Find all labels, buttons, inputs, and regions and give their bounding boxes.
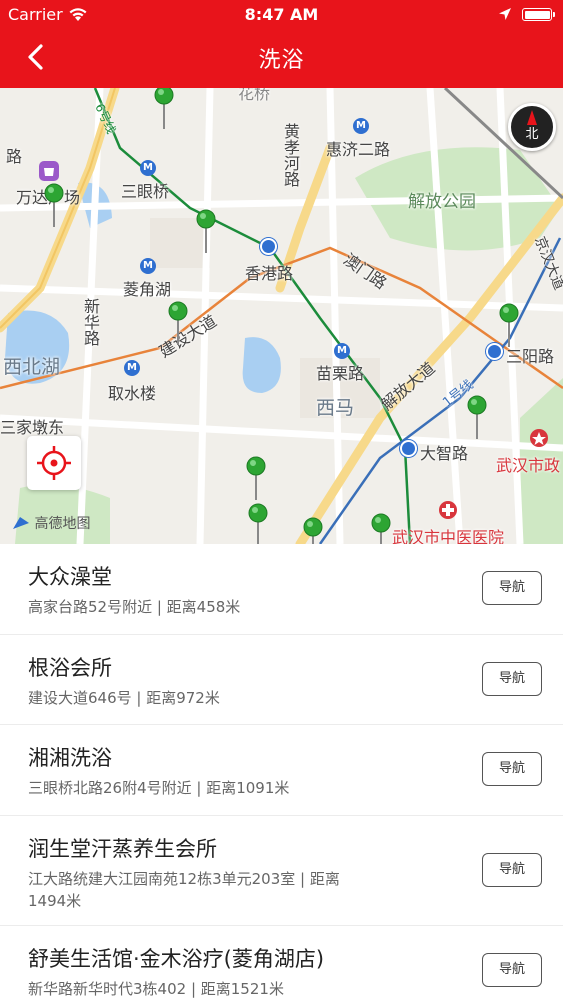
place-name: 根浴会所 xyxy=(28,656,112,680)
place-detail: 江大路统建大江园南苑12栋3单元203室 | 距离1494米 xyxy=(28,870,340,910)
map-pin-icon[interactable] xyxy=(245,456,267,500)
list-item[interactable]: 舒美生活馆·金木浴疗(菱角湖店) 新华路新华时代3栋402 | 距离1521米 … xyxy=(0,926,563,1000)
map-label-qushuilou: 取水楼 xyxy=(108,384,157,403)
place-name: 舒美生活馆·金木浴疗(菱角湖店) xyxy=(28,947,325,971)
map-label-dazhi: 大智路 xyxy=(420,444,469,463)
place-detail: 新华路新华时代3栋402 | 距离1521米 xyxy=(28,980,284,998)
compass-north-label: 北 xyxy=(525,127,538,142)
crosshair-icon xyxy=(37,446,71,480)
navigate-button[interactable]: 导航 xyxy=(482,953,542,987)
top-bar: Carrier 8:47 AM 洗浴 xyxy=(0,0,563,88)
metro-station-icon: M xyxy=(353,118,369,134)
navigate-button[interactable]: 导航 xyxy=(482,571,542,605)
locate-me-button[interactable] xyxy=(27,436,81,490)
list-item[interactable]: 润生堂汗蒸养生会所 江大路统建大江园南苑12栋3单元203室 | 距离1494米… xyxy=(0,816,563,926)
map-label-lingjiaohu: 菱角湖 xyxy=(123,280,172,299)
map-label-xima: 西马 xyxy=(316,397,355,419)
navigate-button[interactable]: 导航 xyxy=(482,752,542,786)
map-pin-icon[interactable] xyxy=(247,503,269,544)
place-detail: 建设大道646号 | 距离972米 xyxy=(28,689,220,707)
navigate-button[interactable]: 导航 xyxy=(482,662,542,696)
map-label-xibeihu: 西北湖 xyxy=(3,356,61,378)
map-view[interactable]: 花桥 三眼桥 惠济二路 解放公园 香港路 菱角湖 新华路 建设大道 西北湖 取水… xyxy=(0,88,563,544)
government-icon xyxy=(530,429,548,447)
compass-icon: 北 xyxy=(525,110,539,142)
map-provider-name: 高德地图 xyxy=(34,516,91,532)
map-label-xianggang: 香港路 xyxy=(245,264,294,283)
location-arrow-icon xyxy=(499,8,511,20)
map-label-xinhua: 新华路 xyxy=(81,298,100,346)
status-bar: Carrier 8:47 AM xyxy=(0,0,563,30)
metro-station-icon: M xyxy=(140,160,156,176)
map-pin-icon[interactable] xyxy=(43,183,65,227)
metro-station-icon: M xyxy=(334,343,350,359)
page-title: 洗浴 xyxy=(258,48,305,73)
map-label-hospital: 武汉市中医医院 xyxy=(392,528,505,544)
list-item[interactable]: 湘湘洗浴 三眼桥北路26附4号附近 | 距离1091米 导航 xyxy=(0,725,563,816)
map-pin-icon[interactable] xyxy=(466,395,488,439)
battery-icon xyxy=(522,8,555,21)
amap-logo-icon xyxy=(13,517,29,529)
place-list: 大众澡堂 高家台路52号附近 | 距离458米 导航 根浴会所 建设大道646号… xyxy=(0,544,563,1000)
place-name: 润生堂汗蒸养生会所 xyxy=(28,837,217,861)
navigate-button[interactable]: 导航 xyxy=(482,853,542,887)
map-label-huijier: 惠济二路 xyxy=(326,140,391,159)
map-label-road: 路 xyxy=(3,148,22,164)
place-name: 湘湘洗浴 xyxy=(28,746,112,770)
map-provider-logo: 高德地图 xyxy=(12,513,90,533)
status-time: 8:47 AM xyxy=(244,5,319,24)
map-label-wuhan-station: 武汉市政 xyxy=(496,456,561,475)
metro-station-icon: M xyxy=(124,360,140,376)
map-label-huangxiaohe: 黄孝河路 xyxy=(281,123,300,187)
hospital-icon xyxy=(439,501,457,519)
map-pin-icon[interactable] xyxy=(302,517,324,544)
map-label-miaoli: 苗栗路 xyxy=(316,364,365,383)
map-pin-icon[interactable] xyxy=(370,513,392,544)
shopping-icon xyxy=(39,161,59,181)
map-pin-icon[interactable] xyxy=(167,301,189,345)
map-label-sanyanqiao: 三眼桥 xyxy=(121,182,170,201)
metro-transfer-icon xyxy=(400,440,417,457)
map-pin-icon[interactable] xyxy=(195,209,217,253)
list-item[interactable]: 大众澡堂 高家台路52号附近 | 距离458米 导航 xyxy=(0,544,563,635)
map-label-huaqiao: 花桥 xyxy=(238,88,271,103)
place-detail: 高家台路52号附近 | 距离458米 xyxy=(28,598,241,616)
metro-transfer-icon xyxy=(260,238,277,255)
list-item[interactable]: 根浴会所 建设大道646号 | 距离972米 导航 xyxy=(0,635,563,725)
place-detail: 三眼桥北路26附4号附近 | 距离1091米 xyxy=(28,779,290,797)
map-pin-icon[interactable] xyxy=(498,303,520,347)
map-label-sanjia: 三家墩东 xyxy=(0,418,65,437)
metro-station-icon: M xyxy=(140,258,156,274)
map-label-jiefang-park: 解放公园 xyxy=(408,192,476,212)
place-name: 大众澡堂 xyxy=(28,565,112,589)
compass-button[interactable]: 北 xyxy=(508,103,556,151)
map-pin-icon[interactable] xyxy=(153,88,175,129)
